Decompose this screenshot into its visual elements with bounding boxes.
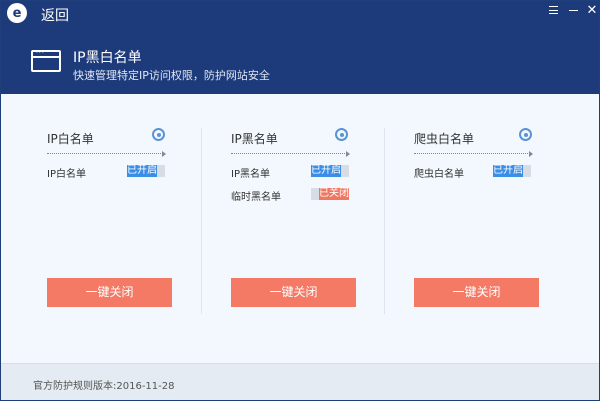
temp-blacklist-toggle-status: 已关闭 [319,188,349,200]
app-logo-letter: e [12,5,22,21]
column-divider [201,128,202,314]
divider-arrow-icon [162,151,166,157]
whitelist-settings-gear-icon[interactable] [152,128,165,141]
whitelist-title: IP白名单 [47,132,94,146]
app-window: e 返回 ✕ ··· IP黑白名单 快速管理特定IP访问权限，防护网站安全 IP… [0,0,600,401]
temp-blacklist-toggle[interactable]: 已关闭 [311,188,349,200]
divider-arrow-icon [346,151,350,157]
app-logo-icon: e [7,3,27,23]
crawler-settings-gear-icon[interactable] [519,128,532,141]
footer-bar: 官方防护规则版本:2016-11-28 [1,363,599,400]
crawler-close-all-button[interactable]: 一键关闭 [414,278,539,307]
crawler-whitelist-title: 爬虫白名单 [414,132,475,146]
divider-arrow-icon [529,151,533,157]
crawler-whitelist-toggle-status: 已开启 [493,165,523,177]
close-icon[interactable]: ✕ [585,4,599,18]
header-banner: e 返回 ✕ ··· IP黑白名单 快速管理特定IP访问权限，防护网站安全 [1,1,599,94]
blacklist-toggle-status: 已开启 [311,165,341,177]
browser-window-icon: ··· [31,50,61,72]
whitelist-close-all-button[interactable]: 一键关闭 [47,278,172,307]
temp-blacklist-row-label: 临时黑名单 [231,192,281,203]
blacklist-close-all-button[interactable]: 一键关闭 [231,278,356,307]
divider-line [231,153,347,154]
crawler-whitelist-row-label: 爬虫白名单 [414,169,464,180]
whitelist-toggle[interactable]: 已开启 [127,165,165,177]
blacklist-settings-gear-icon[interactable] [335,128,348,141]
titlebar: e 返回 ✕ [1,1,599,27]
minimize-icon[interactable] [567,4,581,18]
page-subtitle: 快速管理特定IP访问权限，防护网站安全 [73,69,270,82]
column-divider [384,128,385,314]
divider-line [414,153,530,154]
crawler-whitelist-toggle[interactable]: 已开启 [493,165,531,177]
blacklist-toggle[interactable]: 已开启 [311,165,349,177]
back-button[interactable]: 返回 [41,5,69,25]
page-title: IP黑白名单 [73,50,142,66]
menu-icon[interactable] [547,4,561,18]
rule-version-text: 官方防护规则版本:2016-11-28 [33,381,175,392]
whitelist-row-label: IP白名单 [47,169,86,180]
blacklist-row-label: IP黑名单 [231,169,270,180]
whitelist-toggle-status: 已开启 [127,165,157,177]
divider-line [47,153,163,154]
blacklist-title: IP黑名单 [231,132,278,146]
